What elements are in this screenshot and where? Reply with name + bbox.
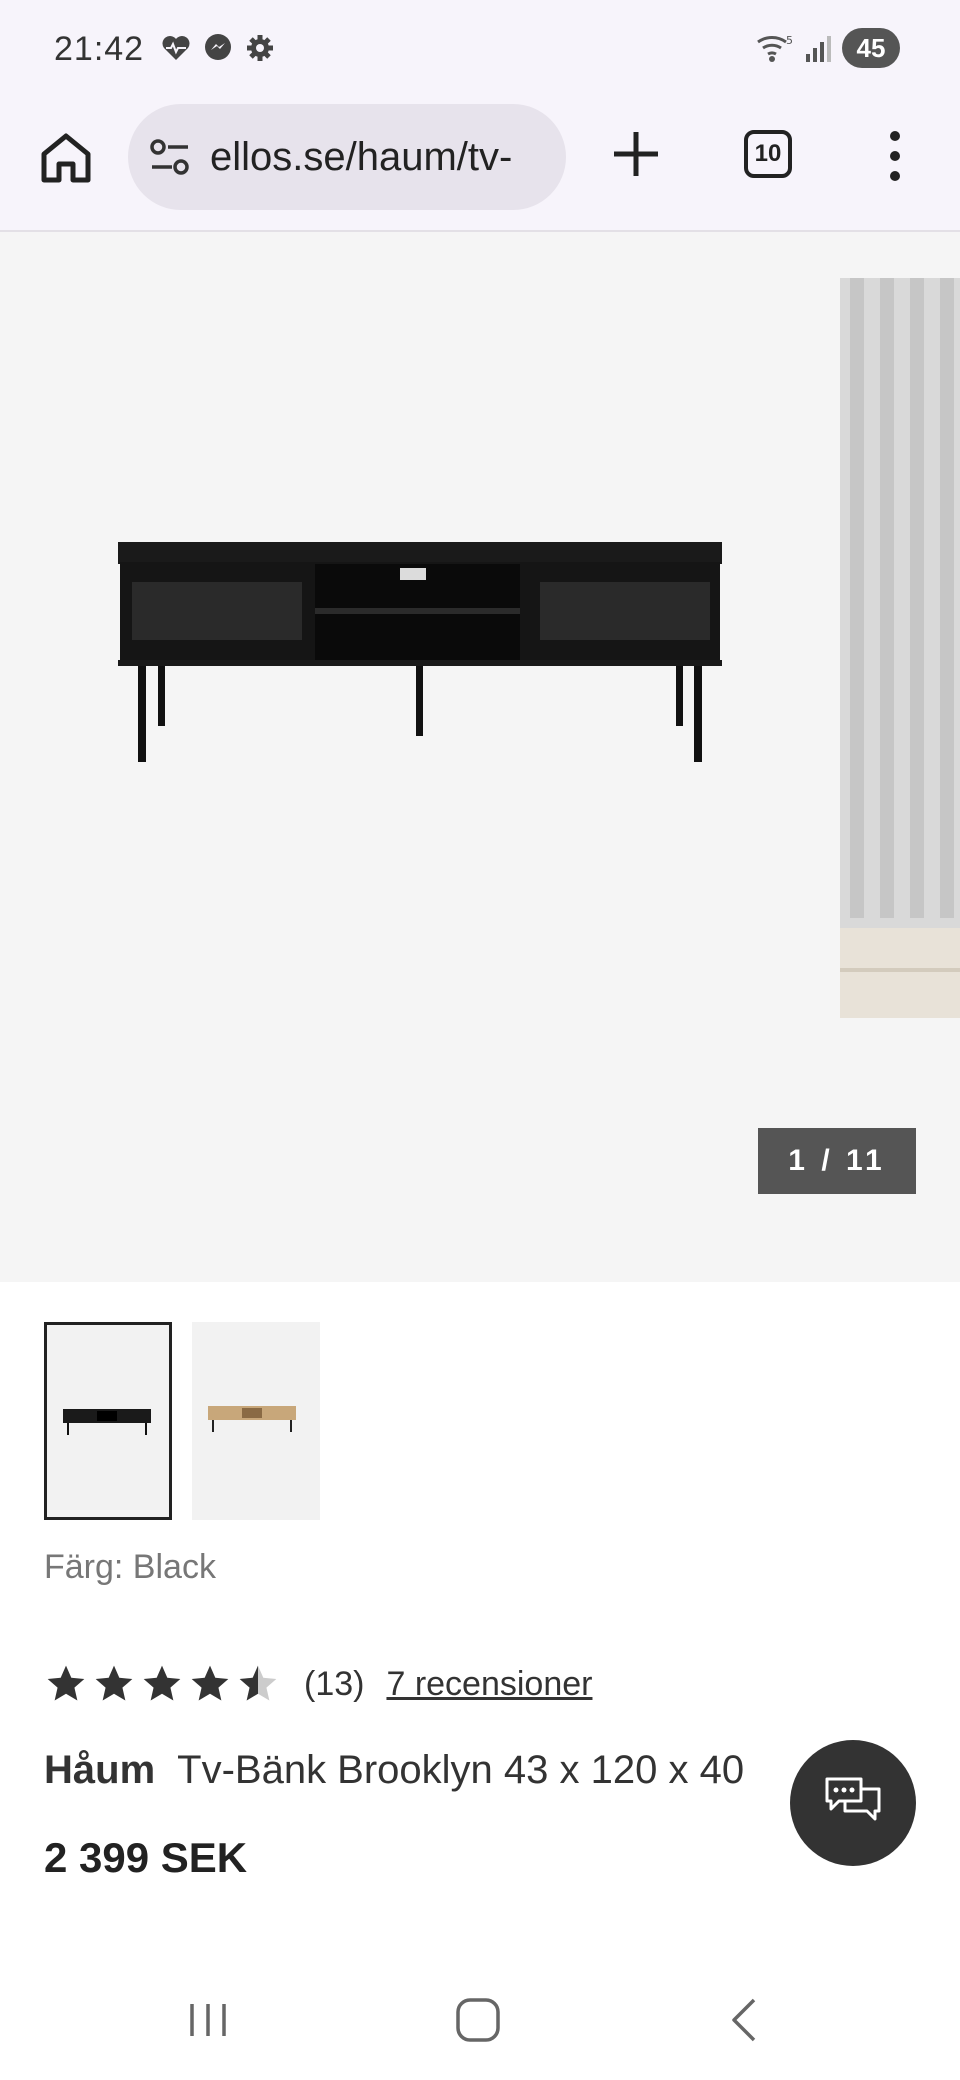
star-icon — [47, 1665, 85, 1701]
more-menu-icon[interactable] — [880, 130, 910, 182]
chat-button[interactable] — [790, 1740, 916, 1866]
url-text[interactable]: ellos.se/haum/tv- — [210, 135, 512, 180]
site-settings-icon[interactable] — [148, 135, 192, 179]
thumbnail-image — [208, 1406, 296, 1432]
thumbnail-oak[interactable] — [192, 1322, 320, 1520]
heart-pulse-icon — [162, 36, 190, 60]
gear-icon — [247, 35, 273, 61]
color-label: Färg: Black — [44, 1548, 216, 1586]
half-star-icon — [239, 1665, 277, 1701]
battery-icon: 45 — [842, 28, 900, 68]
thumbnail-black[interactable] — [44, 1322, 172, 1520]
product-image-gallery[interactable]: 1 / 11 — [0, 232, 960, 1282]
rating-count: (13) — [304, 1664, 365, 1703]
product-title: Håum Tv-Bänk Brooklyn 43 x 120 x 40 — [44, 1748, 744, 1793]
home-icon[interactable] — [36, 128, 96, 188]
signal-icon — [806, 36, 831, 62]
svg-text:5: 5 — [786, 34, 793, 47]
product-price: 2 399 SEK — [44, 1834, 248, 1881]
back-icon[interactable] — [716, 1990, 776, 2050]
rating-stars — [44, 1662, 280, 1706]
product-brand[interactable]: Håum — [44, 1748, 155, 1792]
image-counter: 1 / 11 — [758, 1128, 916, 1194]
thumbnail-image — [63, 1409, 151, 1435]
system-navigation-bar — [0, 1960, 960, 2080]
wifi-icon: 5 — [757, 34, 793, 62]
product-name: Tv-Bänk Brooklyn 43 x 120 x 40 — [177, 1748, 745, 1792]
star-icon — [95, 1665, 133, 1701]
browser-toolbar: ellos.se/haum/tv- 10 — [0, 100, 960, 232]
star-icon — [191, 1665, 229, 1701]
home-nav-icon[interactable] — [448, 1990, 508, 2050]
chat-icon — [825, 1777, 881, 1821]
reviews-link[interactable]: 7 recensioner — [386, 1665, 592, 1704]
status-time: 21:42 — [54, 30, 145, 68]
tab-switcher-button[interactable]: 10 — [744, 130, 792, 178]
status-bar: 21:42 5 45 — [0, 0, 960, 100]
messenger-icon — [205, 34, 231, 60]
recent-apps-icon[interactable] — [178, 1990, 238, 2050]
star-icon — [143, 1665, 181, 1701]
product-image-tv-bench-black[interactable] — [110, 532, 730, 772]
next-gallery-image[interactable] — [840, 278, 960, 1018]
new-tab-icon[interactable] — [608, 126, 664, 182]
rating-row: (13) 7 recensioner — [44, 1662, 592, 1706]
address-bar[interactable]: ellos.se/haum/tv- — [128, 104, 566, 210]
